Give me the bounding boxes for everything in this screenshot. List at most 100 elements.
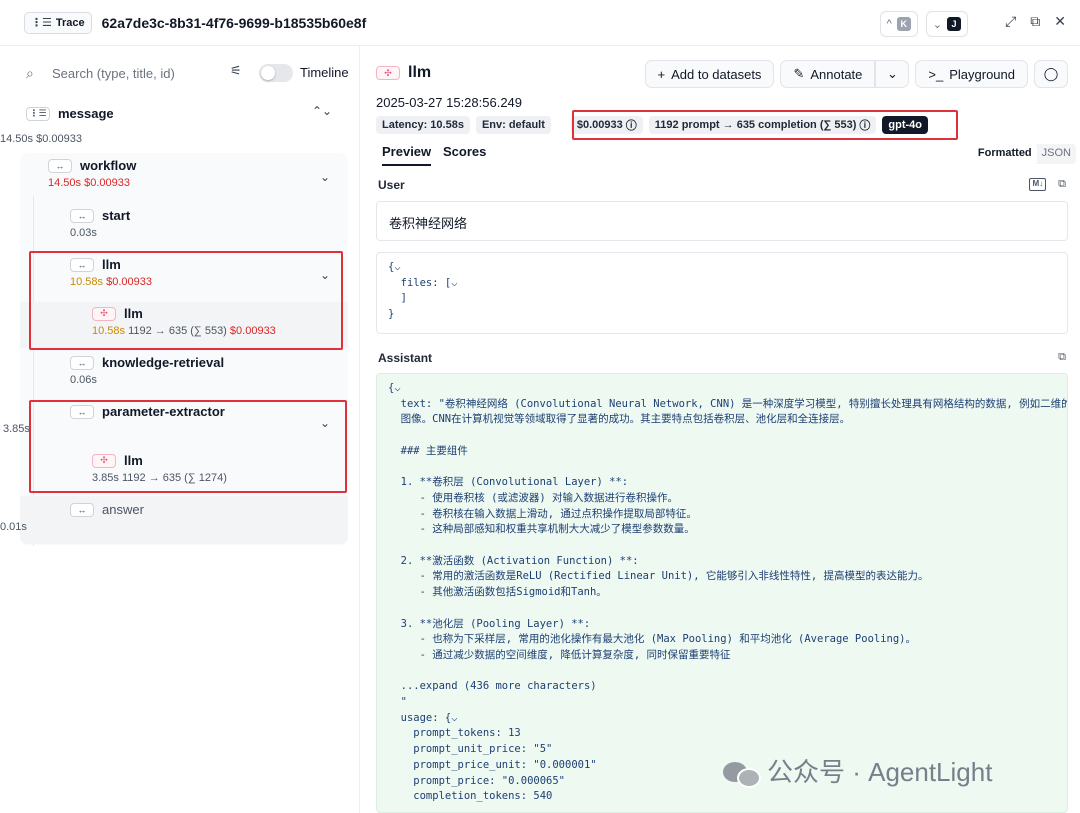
search-icon: ⌕ [26,64,34,81]
tab-preview[interactable]: Preview [382,144,432,166]
comment-button[interactable]: ◯ [1034,60,1068,88]
latency-chip: Latency: 10.58s [376,116,470,134]
node-latency: 10.58s [92,325,126,337]
markdown-icon[interactable]: M↓ [1029,178,1047,191]
node-name: parameter-extractor [102,404,225,419]
previous-trace-button[interactable]: ^ K [879,11,918,37]
node-name: answer [102,502,144,517]
annotate-dropdown[interactable]: ⌄ [875,60,910,88]
node-cost: $0.00933 [229,325,276,337]
tokens-value: 1192 prompt → 635 completion (∑ 553) [654,119,857,131]
observation-name: llm [408,64,432,81]
annotate-label: Annotate [810,66,863,82]
node-cost: $0.00933 [36,133,82,145]
add-to-datasets-button[interactable]: + Add to datasets [644,60,775,88]
timeline-label: Timeline [300,65,349,80]
edit-icon: ✎ [793,66,805,81]
detail-tabs: Preview Scores Formatted JSON [376,144,1076,168]
plus-icon: + [657,66,666,82]
playground-label: Playground [949,66,1015,82]
observation-title: ✣ llm [376,64,431,82]
close-icon[interactable]: ✕ [1054,13,1066,30]
user-heading: User [378,178,405,192]
user-message-text: 卷积神经网络 [389,216,468,231]
expand-icon[interactable]: ⤢ [1005,13,1016,30]
search-input[interactable] [52,65,222,81]
node-latency: 0.01s [0,521,27,533]
timestamp: 2025-03-27 15:28:56.249 [376,95,523,110]
tree-node-llm-span[interactable]: ↔ llm 10.58s $0.00933 [70,257,152,288]
json-option[interactable]: JSON [1037,144,1076,164]
copy-icon[interactable]: ⧉ [1058,178,1066,191]
span-icon: ↔ [70,502,94,517]
tree-guide-line [33,196,34,546]
playground-button[interactable]: >_ Playground [915,60,1028,88]
top-bar: ⋮☰ Trace 62a7de3c-8b31-4f76-9699-b18535b… [0,0,1080,46]
generation-icon: ✣ [92,306,116,321]
next-trace-button[interactable]: ⌄ J [925,11,968,37]
tree-node-parameter-extractor[interactable]: ↔ parameter-extractor 3.85s [3,404,225,435]
tree-node-answer[interactable]: ↔ answer 0.01s [0,502,144,533]
generation-icon: ✣ [92,453,116,468]
info-icon[interactable]: ⓘ [626,117,637,133]
timeline-toggle[interactable] [259,64,293,82]
external-link-icon[interactable]: ⧉ [1030,13,1040,30]
tree-node-parameter-llm[interactable]: ✣ llm 3.85s 1192 → 635 (∑ 1274) [92,453,227,484]
node-name: llm [102,257,121,272]
chevron-up-icon: ^ [886,18,892,30]
comment-icon: ◯ [1043,66,1059,81]
node-tokens: 1192 → 635 (∑ 553) [128,325,227,337]
node-cost: $0.00933 [84,177,130,189]
tree-node-start[interactable]: ↔ start 0.03s [70,208,130,239]
add-to-datasets-label: Add to datasets [671,66,762,82]
watermark-text: 公众号 · AgentLight [767,757,993,787]
generation-icon: ✣ [376,66,400,80]
node-name: knowledge-retrieval [102,355,225,370]
annotate-button[interactable]: ✎ Annotate [780,60,876,88]
user-message-box: 卷积神经网络 [376,201,1068,241]
cost-chip: $0.00933 ⓘ [570,116,643,134]
node-latency: 14.50s [0,133,34,145]
assistant-message-box: {⌵ text: "卷积神经网络 (Convolutional Neural N… [376,373,1068,813]
node-latency: 0.06s [70,374,97,386]
chevron-down-icon[interactable]: ⌄ [320,170,330,184]
copy-icon[interactable]: ⧉ [1058,351,1066,364]
node-latency: 10.58s [70,276,104,288]
node-latency: 3.85s [3,423,30,435]
info-icon[interactable]: ⓘ [859,117,870,133]
shortcut-j: J [947,17,961,31]
node-name: llm [124,306,143,321]
cost-value: $0.00933 [576,119,623,131]
filter-icon[interactable]: ⚟ [230,63,242,79]
detail-panel: ✣ llm + Add to datasets ✎ Annotate ⌄ >_ … [360,46,1080,813]
tab-scores[interactable]: Scores [443,144,486,164]
span-icon: ↔ [70,257,94,272]
shortcut-k: K [896,17,911,31]
assistant-json: {⌵ text: "卷积神经网络 (Convolutional Neural N… [388,382,1068,803]
wechat-icon [723,758,761,788]
node-latency: 0.03s [70,227,97,239]
message-meta: 14.50s $0.00933 [0,129,82,145]
chevron-down-icon: ⌄ [932,18,942,31]
tree-node-llm-generation[interactable]: ✣ llm 10.58s 1192 → 635 (∑ 553) $0.00933 [92,306,276,337]
terminal-icon: >_ [928,66,944,82]
assistant-heading: Assistant [378,351,433,365]
chevron-down-icon[interactable]: ⌄ [320,268,330,282]
span-icon: ↔ [48,158,72,173]
tokens-chip: 1192 prompt → 635 completion (∑ 553) ⓘ [648,116,877,134]
chevron-down-icon: ⌄ [886,66,898,81]
node-latency: 3.85s [92,472,119,484]
trace-id: 62a7de3c-8b31-4f76-9699-b18535b60e8f [101,14,367,31]
tree-node-workflow[interactable]: ↔ workflow 14.50s $0.00933 [48,158,136,189]
formatted-option[interactable]: Formatted [972,144,1037,164]
message-icon: ⋮☰ [26,106,50,121]
metadata-chips: Latency: 10.58s Env: default $0.00933 ⓘ 1… [376,116,929,134]
span-icon: ↔ [70,355,94,370]
env-chip: Env: default [475,116,551,134]
node-latency: 14.50s [48,177,82,189]
collapse-all-icon[interactable]: ⌃⌄ [312,104,332,118]
list-tree-icon: ⋮☰ [31,17,52,29]
tree-node-message[interactable]: ⋮☰ message [26,106,114,121]
tree-node-knowledge-retrieval[interactable]: ↔ knowledge-retrieval 0.06s [70,355,224,386]
chevron-down-icon[interactable]: ⌄ [320,416,330,430]
